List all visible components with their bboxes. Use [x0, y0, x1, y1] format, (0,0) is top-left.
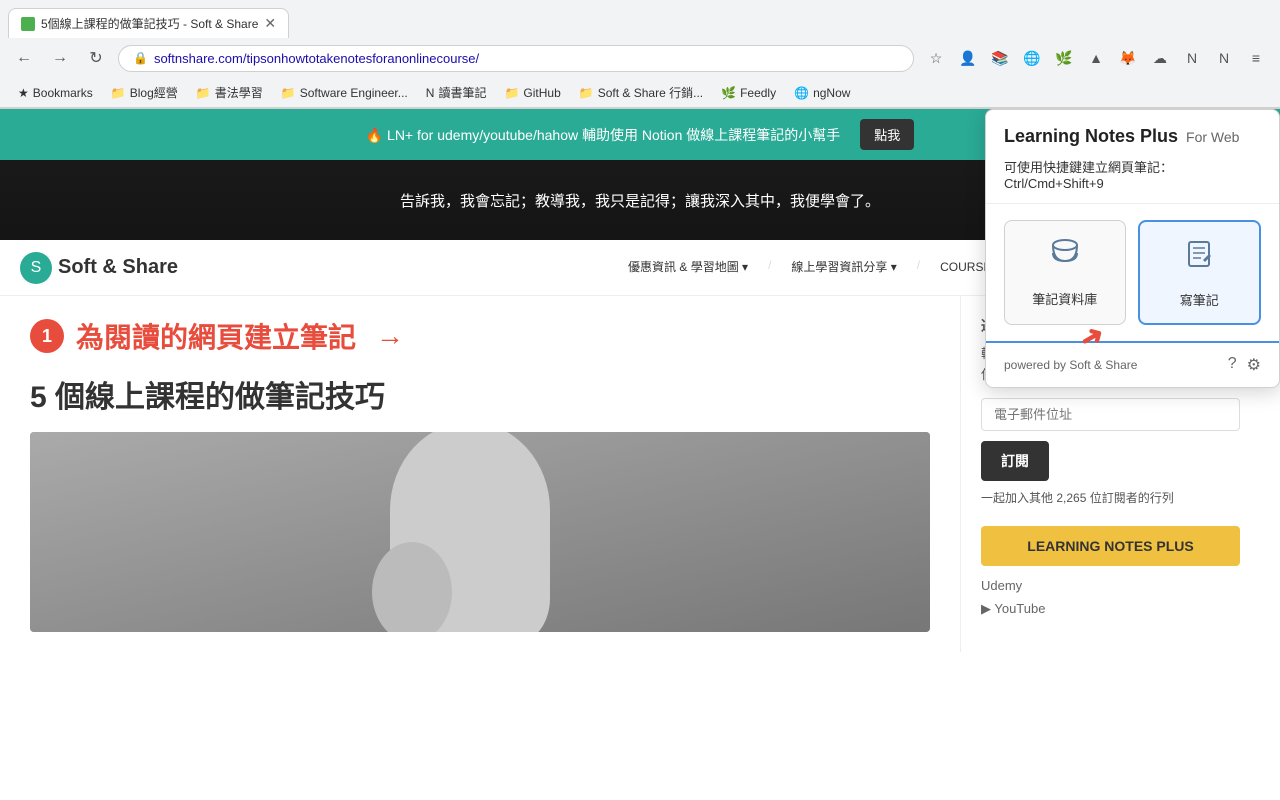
folder-icon: 📁: [579, 86, 594, 100]
bookmark-softshare[interactable]: 📁 Soft & Share 行銷...: [571, 82, 711, 103]
star-icon: ★: [18, 86, 29, 100]
browser-action-4[interactable]: ▲: [1082, 44, 1110, 72]
bookmark-bookmarks[interactable]: ★ Bookmarks: [10, 84, 101, 102]
feedly-icon: 🌿: [721, 86, 736, 100]
powered-by-text: powered by powered by Soft & ShareSoft &…: [1004, 358, 1137, 372]
bookmark-ngnow[interactable]: 🌐 ngNow: [786, 84, 858, 102]
url-bar[interactable]: 🔒 softnshare.com/tipsonhowtotakenotesfor…: [118, 45, 914, 72]
youtube-label: ▶ YouTube: [981, 601, 1045, 617]
bookmark-label: ngNow: [813, 86, 850, 100]
database-icon: [1047, 235, 1083, 279]
forward-button[interactable]: →: [46, 44, 74, 72]
folder-icon: 📁: [111, 86, 126, 100]
article-image-head: [372, 542, 452, 632]
bookmark-label: Soft & Share 行銷...: [598, 84, 703, 101]
banner-cta-button[interactable]: 點我: [860, 119, 914, 150]
logo-circle: S: [20, 252, 52, 284]
bookmark-label: Bookmarks: [33, 86, 93, 100]
tab-favicon: [21, 17, 35, 31]
tab-title: 5個線上課程的做筆記技巧 - Soft & Share: [41, 15, 258, 32]
bookmark-calligraphy[interactable]: 📁 書法學習: [188, 82, 271, 103]
url-text: softnshare.com/tipsonhowtotakenotesforan…: [154, 51, 899, 66]
globe-icon: 🌐: [794, 86, 809, 100]
popup-action-buttons: 筆記資料庫 寫筆記 ➜: [986, 204, 1279, 341]
logo-text: Soft & Share: [58, 256, 178, 279]
bookmark-label: 書法學習: [215, 84, 263, 101]
help-icon[interactable]: ?: [1228, 355, 1237, 375]
popup-title: Learning Notes Plus: [1004, 126, 1178, 147]
folder-icon: 📁: [281, 86, 296, 100]
bookmark-label: 讀書筆記: [438, 84, 486, 101]
bookmark-label: Software Engineer...: [300, 86, 408, 100]
udemy-logo-row: Udemy: [981, 578, 1240, 593]
popup-library-button[interactable]: 筆記資料庫: [1004, 220, 1126, 325]
platform-logos: Udemy ▶ YouTube: [981, 578, 1240, 617]
step-badge: 1: [30, 319, 64, 353]
article-content: 1 為閱讀的網頁建立筆記 → 5 個線上課程的做筆記技巧: [0, 296, 960, 652]
red-arrow-decoration: →: [376, 320, 404, 352]
popup-subtitle: For Web: [1186, 129, 1239, 145]
nav-sep2: /: [911, 240, 926, 295]
bookmark-blog[interactable]: 📁 Blog經營: [103, 82, 186, 103]
youtube-logo-row: ▶ YouTube: [981, 601, 1240, 617]
n-icon: N: [426, 86, 435, 100]
article-image: [30, 432, 930, 632]
browser-action-5[interactable]: 🦊: [1114, 44, 1142, 72]
refresh-button[interactable]: ↻: [82, 44, 110, 72]
library-button-label: 筆記資料庫: [1032, 289, 1097, 308]
step-title-row: 1 為閱讀的網頁建立筆記 →: [30, 316, 930, 356]
back-button[interactable]: ←: [10, 44, 38, 72]
hero-quote: 告訴我，我會忘記；教導我，我只是記得；讓我深入其中，我便學會了。: [400, 190, 880, 211]
subscriber-count: 一起加入其他 2,265 位訂閱者的行列: [981, 489, 1240, 506]
site-logo[interactable]: S Soft & Share: [20, 252, 178, 284]
bookmark-github[interactable]: 📁 GitHub: [496, 84, 568, 102]
bookmark-star-button[interactable]: ☆: [922, 44, 950, 72]
browser-action-7[interactable]: N: [1178, 44, 1206, 72]
nav-elearning[interactable]: 線上學習資訊分享 ▾: [777, 240, 910, 295]
step-title: 為閱讀的網頁建立筆記: [76, 316, 356, 356]
article-main-title: 5 個線上課程的做筆記技巧: [30, 372, 930, 416]
popup-footer-icons: ? ⚙: [1228, 355, 1261, 375]
email-input[interactable]: [981, 398, 1240, 431]
extension-popup: Learning Notes Plus For Web 可使用快捷鍵建立網頁筆記…: [985, 109, 1280, 388]
banner-text: 🔥 LN+ for udemy/youtube/hahow 輔助使用 Notio…: [366, 125, 841, 145]
bookmark-label: Feedly: [740, 86, 776, 100]
bookmark-label: GitHub: [523, 86, 560, 100]
popup-footer: powered by powered by Soft & ShareSoft &…: [986, 341, 1279, 387]
bookmark-feedly[interactable]: 🌿 Feedly: [713, 84, 784, 102]
bookmark-label: Blog經營: [130, 84, 178, 101]
lock-icon: 🔒: [133, 51, 148, 65]
ln-plus-banner: LEARNING NOTES PLUS: [981, 526, 1240, 566]
browser-action-6[interactable]: ☁: [1146, 44, 1174, 72]
tab-close-btn[interactable]: ✕: [264, 15, 276, 32]
write-button-label: 寫筆記: [1180, 290, 1219, 309]
bookmarks-bar: ★ Bookmarks 📁 Blog經營 📁 書法學習 📁 Software E…: [0, 78, 1280, 108]
browser-action-3[interactable]: 🌿: [1050, 44, 1078, 72]
browser-tab[interactable]: 5個線上課程的做筆記技巧 - Soft & Share ✕: [8, 8, 289, 38]
browser-action-2[interactable]: 🌐: [1018, 44, 1046, 72]
bookmark-notes[interactable]: N 讀書筆記: [418, 82, 495, 103]
browser-action-8[interactable]: N: [1210, 44, 1238, 72]
bookmark-software[interactable]: 📁 Software Engineer...: [273, 84, 416, 102]
settings-icon[interactable]: ⚙: [1247, 355, 1261, 375]
subscribe-button[interactable]: 訂閱: [981, 441, 1049, 481]
popup-shortcut-hint: 可使用快捷鍵建立網頁筆記：Ctrl/Cmd+Shift+9: [1004, 157, 1261, 191]
browser-action-9[interactable]: ≡: [1242, 44, 1270, 72]
write-icon: [1181, 236, 1217, 280]
nav-deals[interactable]: 優惠資訊 & 學習地圖 ▾: [614, 240, 762, 295]
popup-header: Learning Notes Plus For Web 可使用快捷鍵建立網頁筆記…: [986, 110, 1279, 204]
browser-action-1[interactable]: 📚: [986, 44, 1014, 72]
folder-icon: 📁: [504, 86, 519, 100]
udemy-label: Udemy: [981, 578, 1022, 593]
reading-mode-button[interactable]: 👤: [954, 44, 982, 72]
nav-sep1: /: [762, 240, 777, 295]
folder-icon: 📁: [196, 86, 211, 100]
popup-write-button[interactable]: 寫筆記 ➜: [1138, 220, 1262, 325]
